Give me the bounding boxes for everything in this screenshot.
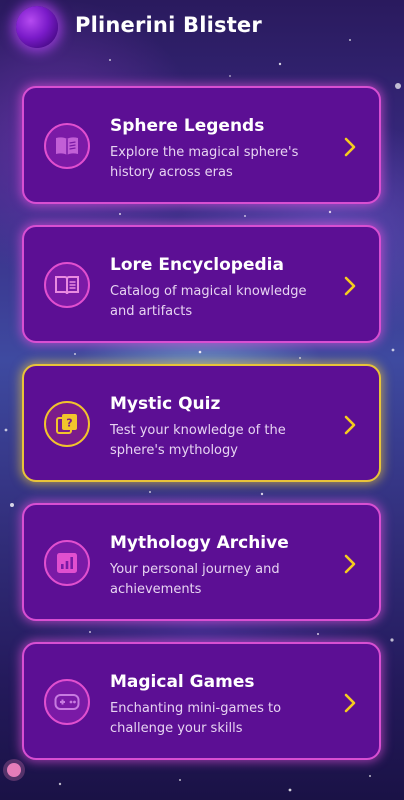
card-description: Enchanting mini-games to challenge your … — [110, 701, 282, 736]
quiz-icon: ? — [44, 401, 90, 447]
card-title: Sphere Legends — [110, 116, 265, 136]
book-icon — [44, 262, 90, 308]
chevron-right-icon — [344, 415, 356, 435]
app-header: Plinerini Blister — [0, 0, 404, 56]
app-logo-orb — [16, 6, 58, 48]
chevron-right-icon — [344, 693, 356, 713]
chevron-right-icon — [344, 554, 356, 574]
card-description: Catalog of magical knowledge and artifac… — [110, 284, 307, 319]
card-description: Your personal journey and achievements — [110, 562, 280, 597]
gamepad-icon — [44, 679, 90, 725]
card-magical-games[interactable]: Magical Games Enchanting mini-games to c… — [22, 642, 381, 760]
card-description: Test your knowledge of the sphere's myth… — [110, 423, 286, 458]
card-title: Magical Games — [110, 672, 255, 692]
bar-chart-icon — [44, 540, 90, 586]
card-lore-encyclopedia[interactable]: Lore Encyclopedia Catalog of magical kno… — [22, 225, 381, 343]
chevron-right-icon — [344, 137, 356, 157]
app-title: Plinerini Blister — [75, 13, 262, 37]
card-title: Mythology Archive — [110, 533, 289, 553]
open-book-icon — [44, 123, 90, 169]
card-mythology-archive[interactable]: Mythology Archive Your personal journey … — [22, 503, 381, 621]
card-sphere-legends[interactable]: Sphere Legends Explore the magical spher… — [22, 86, 381, 204]
chevron-right-icon — [344, 276, 356, 296]
card-mystic-quiz[interactable]: ? Mystic Quiz Test your knowledge of the… — [22, 364, 381, 482]
card-title: Lore Encyclopedia — [110, 255, 284, 275]
svg-text:?: ? — [66, 417, 72, 430]
card-title: Mystic Quiz — [110, 394, 221, 414]
card-description: Explore the magical sphere's history acr… — [110, 145, 299, 180]
